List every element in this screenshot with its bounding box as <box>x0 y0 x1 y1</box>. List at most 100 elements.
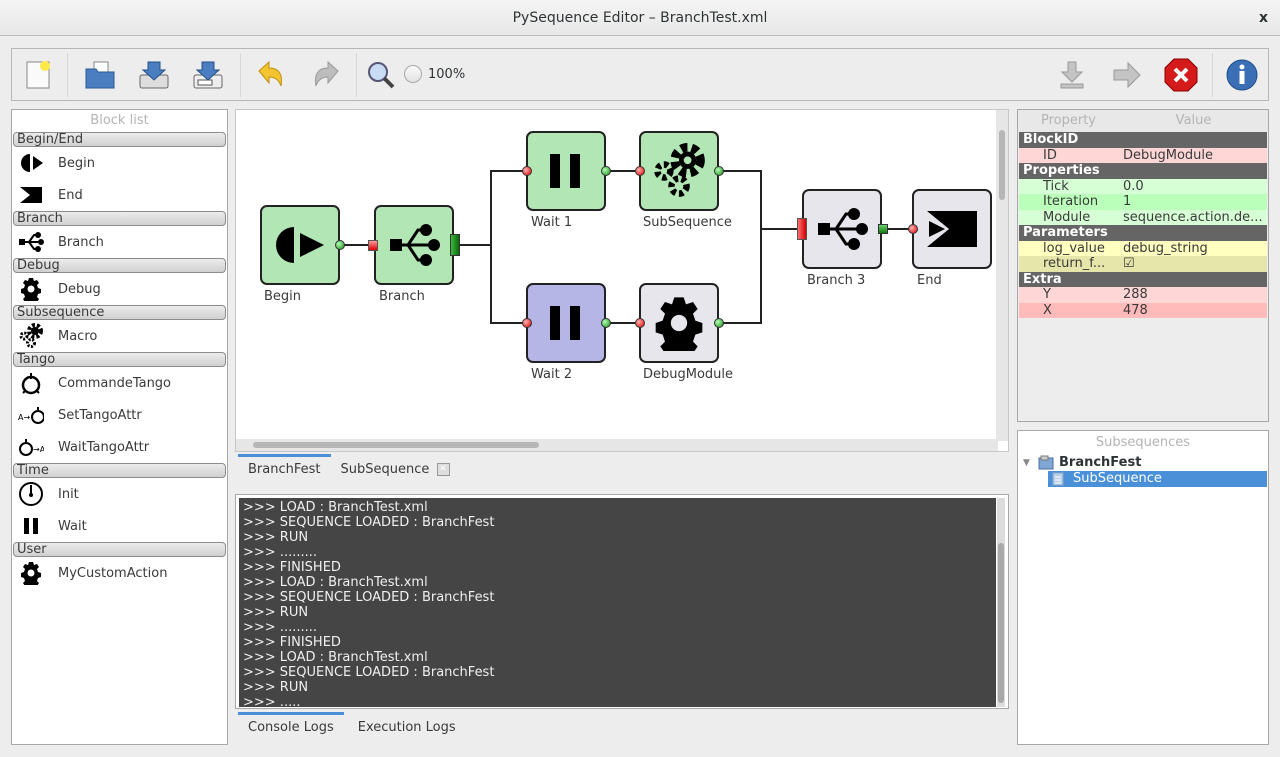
canvas-vertical-scrollbar[interactable] <box>996 110 1008 441</box>
node-subsequence[interactable] <box>639 131 719 211</box>
category-tango[interactable]: Tango <box>13 352 226 367</box>
category-user[interactable]: User <box>13 542 226 557</box>
block-list-title: Block list <box>90 113 149 128</box>
branch-input-port[interactable] <box>797 218 807 240</box>
folder-open-icon <box>85 61 115 89</box>
sequence-canvas[interactable]: Begin Branch Wait 1 SubSequence Wait 2 D… <box>235 109 1009 452</box>
property-key: Tick <box>1043 178 1069 194</box>
svg-text:→A: →A <box>33 445 44 454</box>
stop-button[interactable] <box>1163 57 1199 93</box>
begin-icon <box>21 154 43 172</box>
expand-arrow-icon[interactable]: ▼ <box>1023 455 1030 471</box>
node-wait-2[interactable] <box>526 283 606 363</box>
node-branch-3[interactable] <box>802 189 882 269</box>
zoom-button[interactable] <box>363 57 399 93</box>
category-subsequence[interactable]: Subsequence <box>13 305 226 320</box>
input-port[interactable] <box>908 224 918 234</box>
save-file-button[interactable] <box>136 57 172 93</box>
input-port[interactable] <box>522 318 532 328</box>
properties-header: Property Value <box>1018 110 1268 132</box>
open-file-button[interactable] <box>82 57 118 93</box>
category-branch[interactable]: Branch <box>13 211 226 226</box>
undo-button[interactable] <box>253 57 289 93</box>
output-port[interactable] <box>335 240 345 250</box>
run-button[interactable] <box>1109 57 1145 93</box>
node-debugmodule[interactable] <box>639 283 719 363</box>
node-wait-1[interactable] <box>526 131 606 211</box>
branch-output-port[interactable] <box>450 234 460 256</box>
block-item-commandetango[interactable]: CommandeTango <box>12 367 227 399</box>
canvas-horizontal-scrollbar[interactable] <box>236 439 998 451</box>
tree-item-root[interactable]: ▼ BranchFest <box>1018 455 1268 471</box>
property-row[interactable]: X 478 <box>1019 302 1267 318</box>
window-title: PySequence Editor – BranchTest.xml <box>512 10 768 26</box>
tree-item-subsequence[interactable]: SubSequence <box>1018 471 1268 487</box>
property-group[interactable]: Properties <box>1019 163 1267 179</box>
node-label: End <box>917 273 942 288</box>
output-port[interactable] <box>601 318 611 328</box>
category-debug[interactable]: Debug <box>13 258 226 273</box>
output-port[interactable] <box>878 224 888 234</box>
console-line: >>> FINISHED <box>243 560 341 575</box>
console-line: >>> RUN <box>243 605 309 620</box>
property-group[interactable]: BlockID <box>1019 132 1267 148</box>
input-port[interactable] <box>522 166 532 176</box>
toolbar: 100% <box>11 48 1269 101</box>
tab-branchfest[interactable]: BranchFest <box>238 454 331 486</box>
about-button[interactable] <box>1224 57 1260 93</box>
block-item-end[interactable]: End <box>12 179 227 211</box>
property-key: log_value <box>1043 240 1105 256</box>
node-label: Branch <box>379 289 425 304</box>
save-as-button[interactable] <box>190 57 226 93</box>
category-time[interactable]: Time <box>13 463 226 478</box>
close-tab-icon[interactable]: ✕ <box>436 463 450 476</box>
property-checkbox[interactable]: ☑ <box>1120 256 1267 272</box>
new-file-button[interactable] <box>20 57 56 93</box>
property-row[interactable]: log_value debug_string <box>1019 240 1267 256</box>
property-row[interactable]: ID DebugModule <box>1019 147 1267 163</box>
block-item-begin[interactable]: Begin <box>12 147 227 179</box>
node-branch[interactable] <box>374 205 454 285</box>
property-row[interactable]: Y 288 <box>1019 287 1267 303</box>
output-port[interactable] <box>601 166 611 176</box>
branch-icon <box>390 224 440 266</box>
input-port[interactable] <box>368 240 378 251</box>
block-item-macro[interactable]: Macro <box>12 320 227 352</box>
category-begin-end[interactable]: Begin/End <box>13 132 226 147</box>
zoom-reset-radio[interactable] <box>404 65 422 83</box>
console-line: >>> ..... <box>243 695 301 707</box>
property-group[interactable]: Extra <box>1019 271 1267 287</box>
redo-button[interactable] <box>308 57 344 93</box>
input-port[interactable] <box>635 318 645 328</box>
node-end[interactable] <box>912 189 992 269</box>
property-row[interactable]: Module sequence.action.de... <box>1019 209 1267 225</box>
gears-icon <box>19 323 43 348</box>
tab-subsequence[interactable]: SubSequence ✕ <box>331 454 460 486</box>
subsequences-title: Subsequences <box>1095 435 1191 450</box>
console-line: >>> ......... <box>243 620 318 635</box>
output-port[interactable] <box>714 166 724 176</box>
property-row[interactable]: return_f... ☑ <box>1019 256 1267 272</box>
property-key: Module <box>1043 209 1091 225</box>
wire <box>490 322 526 324</box>
block-item-mycustomaction[interactable]: MyCustomAction <box>12 557 227 589</box>
block-item-init[interactable]: Init <box>12 478 227 510</box>
tab-execution-logs[interactable]: Execution Logs <box>348 712 466 744</box>
tab-console-logs[interactable]: Console Logs <box>238 712 344 744</box>
output-port[interactable] <box>714 318 724 328</box>
property-group[interactable]: Parameters <box>1019 225 1267 241</box>
title-bar: PySequence Editor – BranchTest.xml x <box>0 0 1280 36</box>
console-scrollbar[interactable] <box>997 498 1005 707</box>
load-button[interactable] <box>1054 57 1090 93</box>
node-begin[interactable] <box>260 205 340 285</box>
block-item-wait[interactable]: Wait <box>12 510 227 542</box>
property-row[interactable]: Tick 0.0 <box>1019 178 1267 194</box>
close-window-button[interactable]: x <box>1259 0 1268 36</box>
block-item-branch[interactable]: Branch <box>12 226 227 258</box>
input-port[interactable] <box>635 166 645 176</box>
block-item-waittangoattr[interactable]: →A WaitTangoAttr <box>12 431 227 463</box>
property-value: 478 <box>1123 302 1148 318</box>
property-row[interactable]: Iteration 1 <box>1019 194 1267 210</box>
block-item-debug[interactable]: Debug <box>12 273 227 305</box>
block-item-settangoattr[interactable]: A→ SetTangoAttr <box>12 399 227 431</box>
